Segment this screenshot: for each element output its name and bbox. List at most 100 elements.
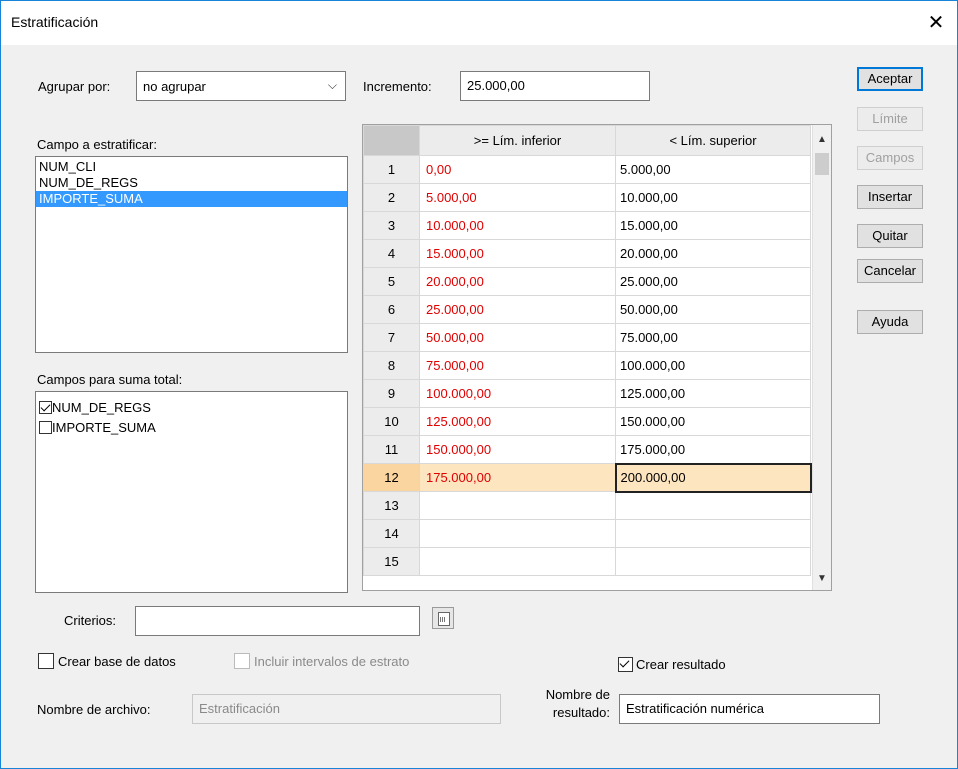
table-row[interactable]: 3 10.000,00 15.000,00 [363,211,811,240]
checkbox-checked-icon[interactable] [618,657,633,672]
insert-button[interactable]: Insertar [857,185,923,209]
upper-limit-cell[interactable]: 20.000,00 [615,239,811,268]
lower-limit-cell[interactable]: 75.000,00 [419,351,616,380]
cancel-button[interactable]: Cancelar [857,259,923,283]
row-number[interactable]: 14 [363,519,420,548]
table-row[interactable]: 7 50.000,00 75.000,00 [363,323,811,352]
upper-limit-cell[interactable] [615,547,811,576]
limit-button[interactable]: Límite [857,107,923,131]
help-button[interactable]: Ayuda [857,310,923,334]
table-row[interactable]: 10 125.000,00 150.000,00 [363,407,811,436]
table-row[interactable]: 8 75.000,00 100.000,00 [363,351,811,380]
lower-limit-cell[interactable]: 100.000,00 [419,379,616,408]
list-item[interactable]: NUM_DE_REGS [36,397,347,417]
criteria-input[interactable] [135,606,420,636]
lower-limit-cell[interactable]: 25.000,00 [419,295,616,324]
row-number[interactable]: 6 [363,295,420,324]
chevron-down-icon: ⌵ [327,78,337,92]
row-number[interactable]: 7 [363,323,420,352]
row-number[interactable]: 2 [363,183,420,212]
table-row[interactable]: 12 175.000,00 200.000,00 [363,462,812,493]
lower-limit-cell[interactable]: 0,00 [419,155,616,184]
calculator-icon[interactable] [432,607,454,629]
row-number[interactable]: 9 [363,379,420,408]
table-row[interactable]: 2 5.000,00 10.000,00 [363,183,811,212]
column-header-lower[interactable]: >= Lím. inferior [419,125,616,156]
table-row[interactable]: 11 150.000,00 175.000,00 [363,435,811,464]
list-item[interactable]: IMPORTE_SUMA [36,417,347,437]
total-fields-list[interactable]: NUM_DE_REGS IMPORTE_SUMA [35,391,348,593]
list-item[interactable]: NUM_DE_REGS [36,175,347,191]
table-row[interactable]: 6 25.000,00 50.000,00 [363,295,811,324]
upper-limit-cell[interactable] [615,519,811,548]
row-number[interactable]: 13 [363,491,420,520]
table-row[interactable]: 5 20.000,00 25.000,00 [363,267,811,296]
upper-limit-cell[interactable]: 100.000,00 [615,351,811,380]
scroll-thumb[interactable] [815,153,829,175]
grid-corner[interactable] [363,125,420,156]
grid-scrollbar[interactable]: ▲ ▼ [812,125,831,590]
include-intervals-checkbox[interactable]: Incluir intervalos de estrato [234,653,409,669]
create-database-checkbox[interactable]: Crear base de datos [38,653,176,669]
result-name-input[interactable]: Estratificación numérica [619,694,880,724]
upper-limit-cell[interactable]: 10.000,00 [615,183,811,212]
row-number[interactable]: 15 [363,547,420,576]
lower-limit-cell[interactable]: 15.000,00 [419,239,616,268]
scroll-up-icon[interactable]: ▲ [813,131,831,149]
lower-limit-cell[interactable]: 10.000,00 [419,211,616,240]
row-number[interactable]: 3 [363,211,420,240]
table-row[interactable]: 13 [363,491,811,520]
list-item-selected[interactable]: IMPORTE_SUMA [36,191,347,207]
table-row[interactable]: 9 100.000,00 125.000,00 [363,379,811,408]
upper-limit-cell[interactable]: 50.000,00 [615,295,811,324]
lower-limit-cell[interactable] [419,547,616,576]
table-row[interactable]: 15 [363,547,811,576]
checkbox-icon[interactable] [38,653,54,669]
row-number[interactable]: 11 [363,435,420,464]
checkbox-icon[interactable] [39,420,52,434]
checkbox-checked-icon[interactable] [39,400,52,414]
table-row[interactable]: 1 0,00 5.000,00 [363,155,811,184]
table-row[interactable]: 14 [363,519,811,548]
file-name-input[interactable]: Estratificación [192,694,501,724]
lower-limit-cell[interactable]: 5.000,00 [419,183,616,212]
group-by-select[interactable]: no agrupar ⌵ [136,71,346,101]
upper-limit-cell[interactable]: 200.000,00 [614,462,812,493]
table-row[interactable]: 4 15.000,00 20.000,00 [363,239,811,268]
scroll-down-icon[interactable]: ▼ [813,570,831,588]
lower-limit-cell[interactable]: 20.000,00 [419,267,616,296]
lower-limit-cell[interactable]: 150.000,00 [419,435,616,464]
upper-limit-cell[interactable]: 25.000,00 [615,267,811,296]
column-header-upper[interactable]: < Lím. superior [615,125,811,156]
close-icon[interactable]: ✕ [921,9,951,37]
row-number[interactable]: 4 [363,239,420,268]
title-bar: Estratificación ✕ [1,1,957,45]
file-name-label: Nombre de archivo: [37,702,151,717]
lower-limit-cell[interactable]: 50.000,00 [419,323,616,352]
lower-limit-cell[interactable] [419,491,616,520]
upper-limit-cell[interactable]: 15.000,00 [615,211,811,240]
upper-limit-cell[interactable]: 125.000,00 [615,379,811,408]
upper-limit-cell[interactable] [615,491,811,520]
fields-button[interactable]: Campos [857,146,923,170]
upper-limit-cell[interactable]: 75.000,00 [615,323,811,352]
row-number[interactable]: 10 [363,407,420,436]
row-number[interactable]: 1 [363,155,420,184]
row-number[interactable]: 5 [363,267,420,296]
lower-limit-cell[interactable]: 125.000,00 [419,407,616,436]
create-result-checkbox[interactable]: Crear resultado [618,657,726,672]
list-item[interactable]: NUM_CLI [36,159,347,175]
upper-limit-cell[interactable]: 175.000,00 [615,435,811,464]
lower-limit-cell[interactable]: 175.000,00 [419,463,616,492]
upper-limit-cell[interactable]: 5.000,00 [615,155,811,184]
accept-button[interactable]: Aceptar [857,67,923,91]
row-number[interactable]: 12 [363,463,420,492]
row-number[interactable]: 8 [363,351,420,380]
checkbox-icon[interactable] [234,653,250,669]
field-to-stratify-list[interactable]: NUM_CLI NUM_DE_REGS IMPORTE_SUMA [35,156,348,353]
remove-button[interactable]: Quitar [857,224,923,248]
lower-limit-cell[interactable] [419,519,616,548]
upper-limit-cell[interactable]: 150.000,00 [615,407,811,436]
strata-grid[interactable]: >= Lím. inferior < Lím. superior 1 0,00 5.… [362,124,832,591]
increment-input[interactable]: 25.000,00 [460,71,650,101]
